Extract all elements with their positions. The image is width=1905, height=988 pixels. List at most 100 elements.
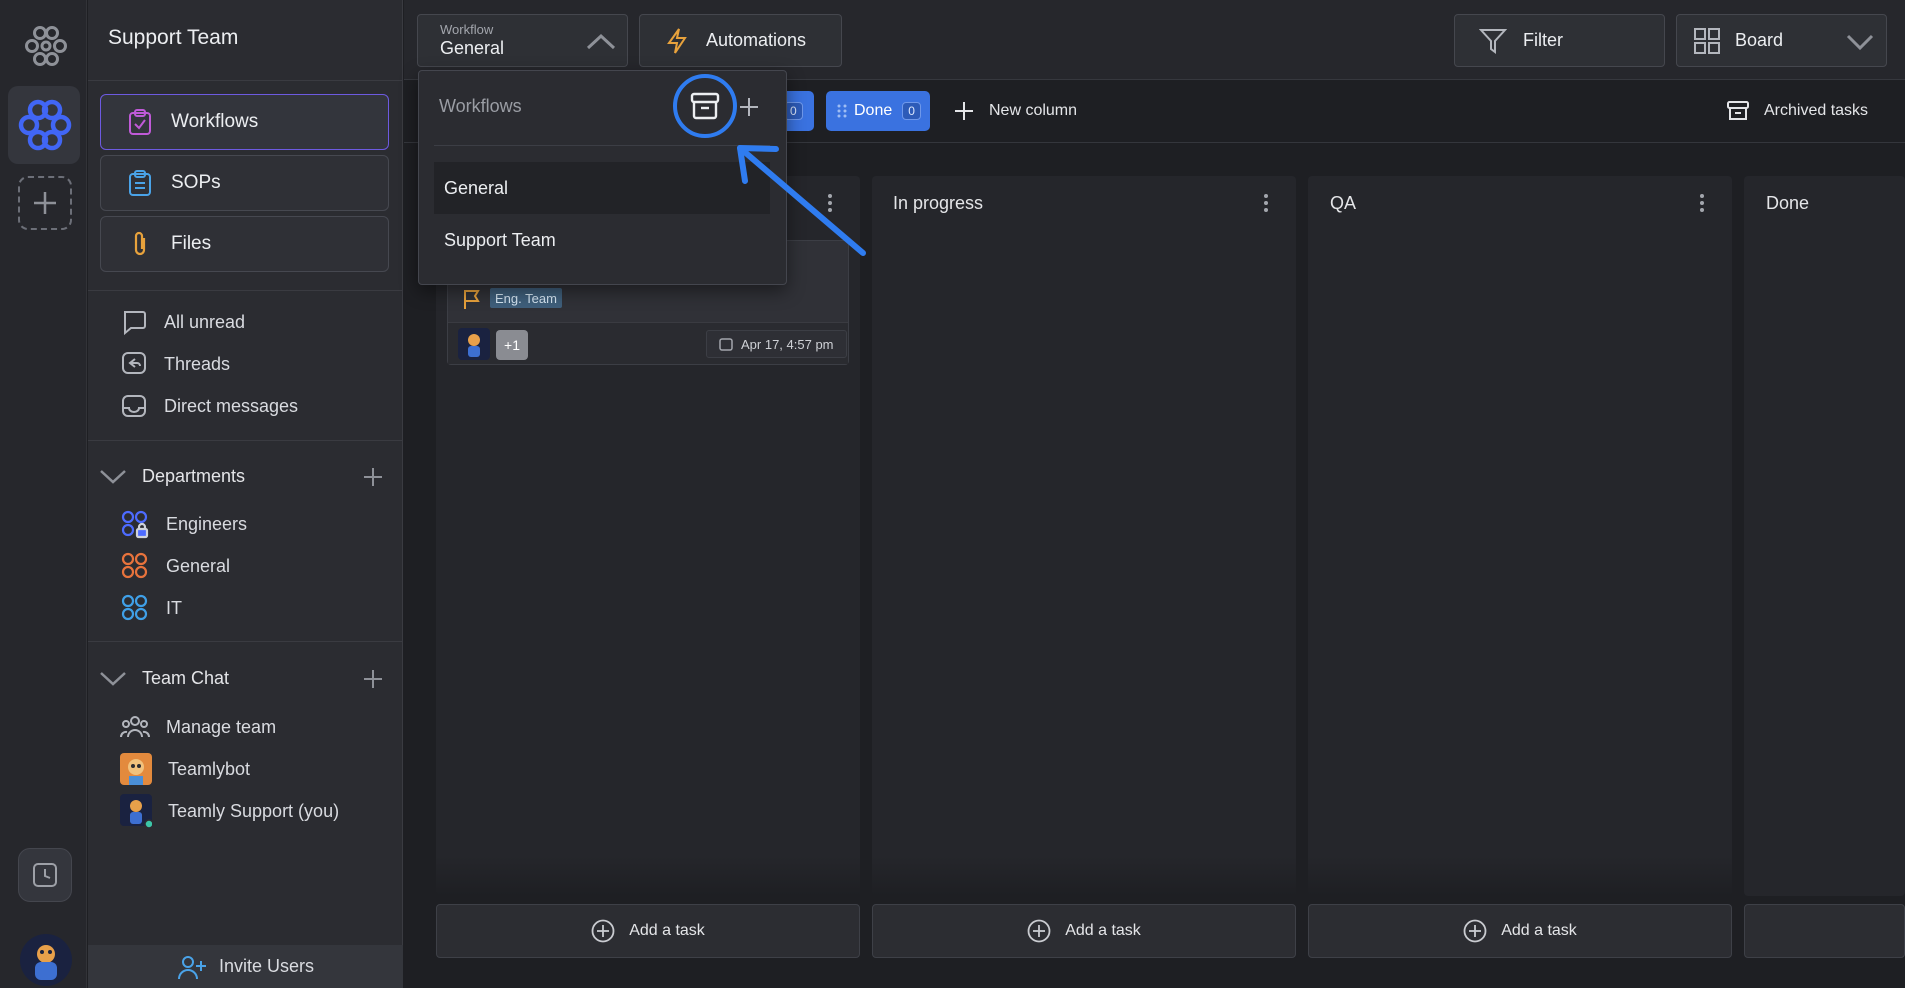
new-column-label: New column	[989, 102, 1078, 119]
plus-icon	[34, 192, 56, 214]
dropdown-divider	[434, 145, 770, 146]
workflow-value: General	[440, 37, 505, 58]
task-date-text: Apr 17, 4:57 pm	[741, 336, 834, 352]
task-due-date[interactable]: Apr 17, 4:57 pm	[706, 330, 847, 358]
add-task-button[interactable]: Add a task	[1308, 904, 1732, 958]
add-workflow-icon[interactable]	[738, 96, 760, 118]
sidebar-item-it[interactable]: IT	[120, 591, 182, 625]
sidebar-item-label: IT	[166, 597, 182, 618]
plus-icon	[955, 102, 973, 120]
workflow-option-support-team[interactable]: Support Team	[434, 214, 770, 266]
column-fade	[436, 856, 860, 896]
sidebar-item-teamly-support[interactable]: Teamly Support (you)	[120, 794, 339, 828]
add-task-label: Add a task	[1501, 922, 1577, 939]
team-icon	[120, 716, 150, 738]
add-department-icon[interactable]	[362, 466, 384, 488]
extra-assignees-badge[interactable]: +1	[496, 330, 528, 360]
invite-users-button[interactable]: Invite Users	[88, 945, 403, 988]
sidebar-item-label: Teamlybot	[168, 758, 251, 779]
filter-button[interactable]: Filter	[1454, 14, 1665, 67]
add-workspace-button[interactable]	[18, 176, 72, 230]
app-logo-icon	[22, 22, 70, 70]
workspace-support-team[interactable]	[8, 86, 80, 164]
chip-count: 0	[902, 102, 921, 120]
sidebar-item-label: General	[166, 555, 231, 576]
sidebar-item-engineers[interactable]: Engineers	[120, 507, 247, 541]
user-avatar-icon	[120, 794, 152, 828]
add-user-icon	[177, 955, 206, 979]
column-chip-done[interactable]: Done 0	[826, 91, 930, 131]
annotation-arrow	[737, 145, 866, 256]
new-column-button[interactable]: New column	[953, 96, 1077, 126]
bot-avatar-icon	[120, 753, 152, 785]
plus-circle-icon	[591, 919, 615, 943]
column-title: Done	[1766, 192, 1810, 213]
sidebar-item-label: Direct messages	[164, 395, 299, 416]
board-column	[1308, 176, 1732, 896]
add-chat-icon[interactable]	[362, 668, 384, 690]
plus-circle-icon	[1463, 919, 1487, 943]
calendar-icon	[719, 338, 733, 351]
plus-circle-icon	[1027, 919, 1051, 943]
sidebar-item-label: Teamly Support (you)	[168, 800, 340, 821]
private-group-icon	[121, 510, 149, 539]
assignee-avatar	[458, 328, 490, 360]
chevron-up-icon	[586, 33, 616, 50]
lightning-icon	[667, 27, 687, 54]
reply-thread-icon	[122, 352, 146, 374]
sidebar-files-label: Files	[171, 233, 212, 254]
team-name: Support Team	[108, 26, 239, 49]
sidebar-sops-button[interactable]: SOPs	[100, 155, 389, 211]
inbox-icon	[122, 395, 146, 417]
chip-label: Done	[854, 102, 893, 119]
add-task-label: Add a task	[1065, 922, 1141, 939]
view-select[interactable]: Board	[1676, 14, 1887, 67]
paperclip-icon	[134, 231, 146, 256]
sidebar-item-manage-team[interactable]: Manage team	[120, 710, 276, 744]
clipboard-check-icon	[129, 109, 151, 135]
chevron-down-icon	[100, 672, 126, 686]
workflow-select[interactable]: Workflow General	[417, 14, 628, 67]
flag-icon	[464, 290, 480, 309]
sidebar-item-general[interactable]: General	[120, 549, 230, 583]
workflow-option-general[interactable]: General	[434, 162, 770, 214]
clock-icon	[33, 863, 57, 887]
departments-section-toggle[interactable]: Departments	[98, 459, 245, 493]
sidebar-workflows-label: Workflows	[171, 111, 259, 132]
filter-icon	[1479, 28, 1507, 54]
automations-button[interactable]: Automations	[639, 14, 842, 67]
drag-handle-icon	[837, 104, 847, 118]
sidebar-item-label: Threads	[164, 353, 231, 374]
highlight-ring	[673, 74, 737, 138]
history-button[interactable]	[18, 848, 72, 902]
sidebar-item-threads[interactable]: Threads	[120, 347, 230, 381]
sidebar-sops-label: SOPs	[171, 172, 221, 193]
section-title: Departments	[142, 465, 246, 486]
column-title: In progress	[893, 192, 984, 213]
sidebar-item-teamlybot[interactable]: Teamlybot	[120, 752, 250, 786]
sidebar-item-all-unread[interactable]: All unread	[120, 305, 245, 339]
task-tag: Eng. Team	[490, 288, 562, 308]
clipboard-list-icon	[129, 170, 151, 196]
sidebar-workflows-button[interactable]: Workflows	[100, 94, 389, 150]
add-task-button[interactable]: Add a task	[872, 904, 1296, 958]
invite-users-label: Invite Users	[218, 956, 315, 976]
chevron-down-icon	[1846, 34, 1874, 51]
add-task-button[interactable]: Add a task	[436, 904, 860, 958]
archive-icon	[1727, 101, 1749, 120]
sidebar-item-label: Engineers	[166, 513, 248, 534]
board-view-icon	[1694, 27, 1720, 54]
sidebar-item-label: All unread	[164, 311, 246, 332]
archived-tasks-label: Archived tasks	[1764, 102, 1869, 119]
column-menu-icon[interactable]	[1263, 192, 1269, 214]
column-menu-icon[interactable]	[1699, 192, 1705, 214]
sidebar-files-button[interactable]: Files	[100, 216, 389, 272]
profile-avatar[interactable]	[20, 934, 72, 986]
sidebar-item-direct-messages[interactable]: Direct messages	[120, 389, 298, 423]
team-chat-section-toggle[interactable]: Team Chat	[98, 661, 229, 695]
section-title: Team Chat	[142, 667, 230, 688]
archived-tasks-button[interactable]: Archived tasks	[1726, 96, 1868, 126]
board-column	[872, 176, 1296, 896]
sidebar-item-label: Manage team	[166, 716, 277, 737]
add-task-button[interactable]	[1744, 904, 1905, 958]
